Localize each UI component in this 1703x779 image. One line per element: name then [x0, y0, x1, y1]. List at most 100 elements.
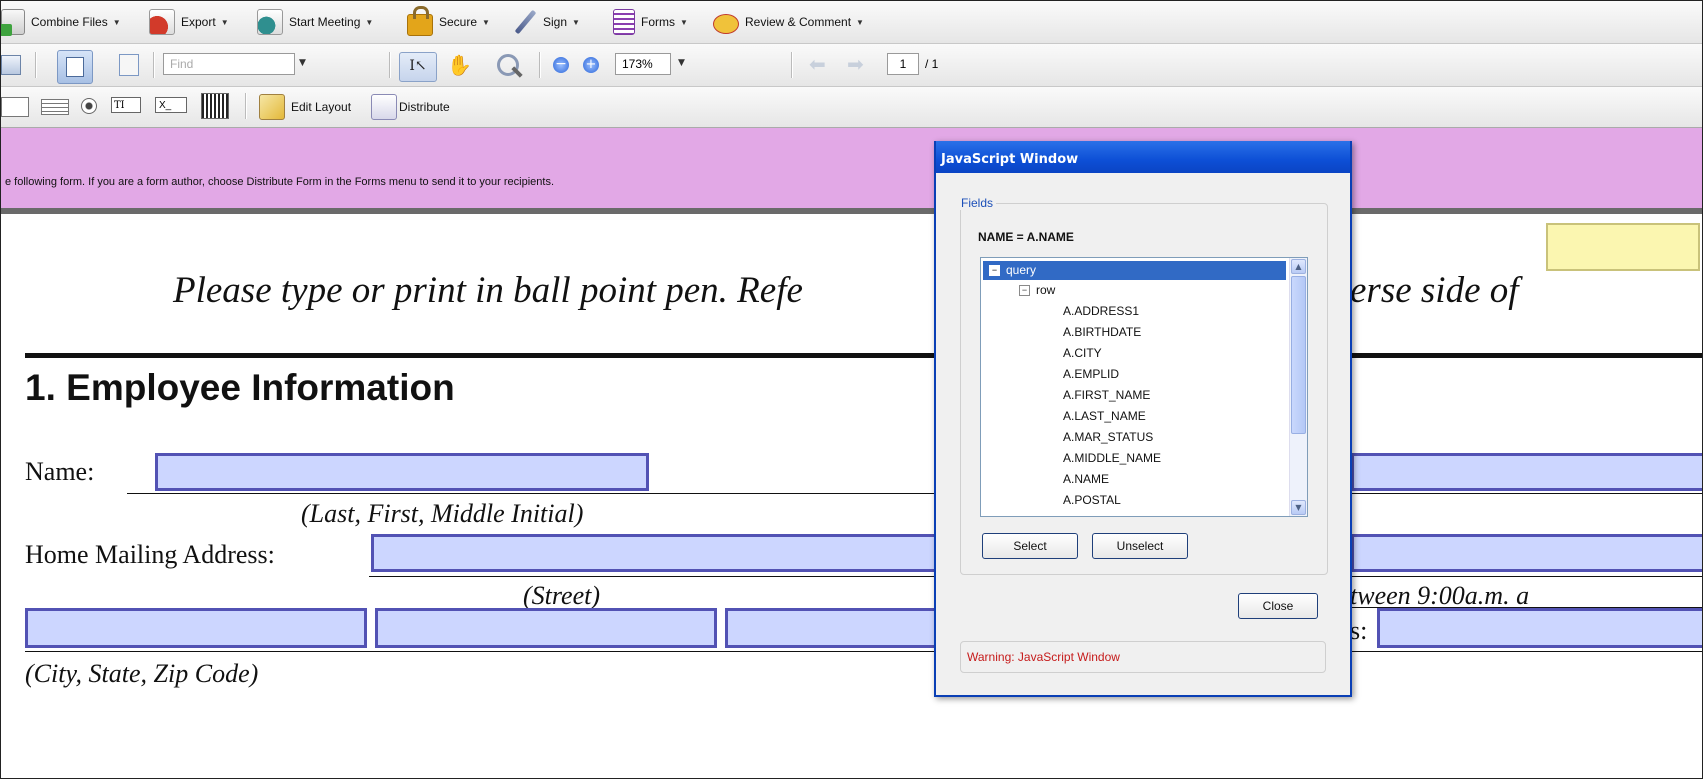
- tree-item[interactable]: A.CITY: [1063, 344, 1102, 363]
- state-input[interactable]: [375, 608, 717, 648]
- scrollbar-thumb[interactable]: [1291, 276, 1306, 434]
- tree-scrollbar[interactable]: ▲ ▼: [1289, 258, 1307, 516]
- tree-node-row-label: row: [1036, 283, 1056, 297]
- tree-item[interactable]: A.NAME: [1063, 470, 1109, 489]
- name-hint: (Last, First, Middle Initial): [301, 499, 584, 528]
- fields-legend: Fields: [958, 196, 997, 210]
- tree-item[interactable]: A.LAST_NAME: [1063, 407, 1146, 426]
- find-dropdown-icon[interactable]: ▼: [299, 58, 306, 68]
- dropdown-arrow-icon: ▼: [482, 17, 490, 27]
- single-page-icon[interactable]: [1, 55, 21, 75]
- view-toolbar: Find ▼ I↖ ✋ − + 173% ▼ ⬅ ➡ 1 / 1: [1, 44, 1702, 87]
- right-input-1[interactable]: [1351, 453, 1702, 491]
- tree-item[interactable]: A.EMPLID: [1063, 365, 1119, 384]
- street-input[interactable]: [371, 534, 941, 572]
- start-meeting-button[interactable]: Start Meeting ▼: [257, 8, 373, 36]
- name-mapping-label: NAME = A.NAME: [978, 230, 1074, 244]
- dropdown-arrow-icon: ▼: [365, 17, 374, 27]
- forms-label: Forms: [641, 15, 675, 29]
- fields-tree[interactable]: − query − row A.ADDRESS1 A.BIRTHDATE A.CIT…: [980, 257, 1308, 517]
- forms-toolbar: TI X_ Edit Layout Distribute: [1, 87, 1702, 128]
- edit-layout-icon: [259, 94, 285, 120]
- main-toolbar: Combine Files ▼ Export ▼ Start Meeting ▼ Se…: [1, 1, 1702, 44]
- unselect-button[interactable]: Unselect: [1092, 533, 1188, 559]
- select-tool-icon[interactable]: I↖: [399, 52, 437, 82]
- distribute-icon: [371, 94, 397, 120]
- edit-layout-button[interactable]: Edit Layout: [259, 93, 351, 121]
- tree-node-row[interactable]: − row: [1019, 281, 1055, 300]
- javascript-window-dialog: JavaScript Window Fields NAME = A.NAME −…: [934, 141, 1352, 697]
- distribute-button[interactable]: Distribute: [371, 93, 450, 121]
- sticky-note-icon[interactable]: [1546, 223, 1700, 271]
- zoom-in-icon[interactable]: +: [583, 57, 599, 73]
- zip-input[interactable]: [725, 608, 945, 648]
- fit-page-icon[interactable]: [119, 54, 139, 76]
- hand-tool-icon[interactable]: ✋: [447, 52, 472, 78]
- edit-layout-label: Edit Layout: [291, 100, 352, 114]
- export-label: Export: [181, 15, 216, 29]
- collapse-icon[interactable]: −: [989, 265, 1000, 276]
- start-meeting-label: Start Meeting: [289, 15, 361, 29]
- dropdown-tool-icon[interactable]: [41, 99, 69, 115]
- dropdown-arrow-icon: ▼: [220, 17, 229, 27]
- fit-width-icon: [66, 57, 84, 77]
- fit-width-button[interactable]: [57, 50, 93, 84]
- pen-icon: [513, 9, 537, 35]
- barcode-tool-icon[interactable]: [201, 93, 229, 119]
- find-input[interactable]: Find: [163, 53, 295, 75]
- export-button[interactable]: Export ▼: [149, 8, 229, 36]
- export-icon: [149, 9, 175, 35]
- tree-item[interactable]: A.ADDRESS1: [1063, 302, 1139, 321]
- section-divider: [25, 353, 1702, 358]
- page-total: / 1: [925, 57, 939, 71]
- name-label: Name:: [25, 457, 95, 486]
- previous-page-icon[interactable]: ⬅: [809, 54, 831, 74]
- review-comment-label: Review & Comment: [745, 15, 852, 29]
- scroll-down-icon[interactable]: ▼: [1291, 500, 1306, 515]
- tree-node-query-label: query: [1006, 263, 1037, 277]
- tree-item[interactable]: A.MAR_STATUS: [1063, 428, 1153, 447]
- warning-message: Warning: JavaScript Window: [960, 641, 1326, 673]
- tree-node-query[interactable]: − query: [983, 261, 1286, 280]
- dropdown-arrow-icon: ▼: [680, 17, 688, 27]
- right-input-2[interactable]: [1351, 534, 1702, 572]
- secure-button[interactable]: Secure ▼: [407, 6, 490, 36]
- section-title: 1. Employee Information: [25, 367, 455, 408]
- zoom-out-icon[interactable]: −: [553, 57, 569, 73]
- page-number-input[interactable]: 1: [887, 53, 919, 75]
- address-label: Home Mailing Address:: [25, 540, 275, 569]
- form-notification-bar: e following form. If you are a form auth…: [1, 128, 1702, 214]
- collapse-icon[interactable]: −: [1019, 285, 1030, 296]
- name-input[interactable]: [155, 453, 649, 491]
- close-button[interactable]: Close: [1238, 593, 1318, 619]
- separator: [791, 52, 793, 78]
- tree-item[interactable]: A.BIRTHDATE: [1063, 323, 1141, 342]
- scroll-up-icon[interactable]: ▲: [1291, 259, 1306, 274]
- marquee-zoom-icon[interactable]: [495, 52, 525, 80]
- forms-button[interactable]: Forms ▼: [613, 8, 688, 36]
- separator: [389, 52, 391, 78]
- zoom-dropdown-icon[interactable]: ▼: [678, 58, 685, 68]
- name-underline: [127, 493, 1702, 494]
- review-comment-button[interactable]: Review & Comment ▼: [713, 8, 864, 36]
- tree-item[interactable]: A.POSTAL: [1063, 491, 1121, 510]
- next-page-icon[interactable]: ➡: [847, 54, 869, 74]
- city-input[interactable]: [25, 608, 367, 648]
- select-button[interactable]: Select: [982, 533, 1078, 559]
- right-input-3[interactable]: [1377, 608, 1702, 648]
- sign-button[interactable]: Sign ▼: [513, 8, 580, 36]
- zoom-level-field[interactable]: 173%: [615, 53, 671, 75]
- tree-item[interactable]: A.FIRST_NAME: [1063, 386, 1150, 405]
- combine-files-icon: [1, 9, 25, 36]
- combine-files-button[interactable]: Combine Files ▼: [1, 8, 121, 36]
- radio-tool-icon[interactable]: [81, 98, 97, 114]
- s-fragment: s:: [1350, 616, 1368, 645]
- digital-signature-tool-icon[interactable]: X_: [155, 97, 187, 113]
- comment-icon: [713, 14, 739, 34]
- app-window: Combine Files ▼ Export ▼ Start Meeting ▼ Se…: [0, 0, 1703, 779]
- instructions-text: Please type or print in ball point pen. …: [173, 270, 803, 311]
- dialog-title-bar[interactable]: JavaScript Window: [936, 141, 1350, 173]
- tree-item[interactable]: A.MIDDLE_NAME: [1063, 449, 1161, 468]
- text-field-tool-icon[interactable]: TI: [111, 97, 141, 113]
- list-box-tool-icon[interactable]: [1, 97, 29, 117]
